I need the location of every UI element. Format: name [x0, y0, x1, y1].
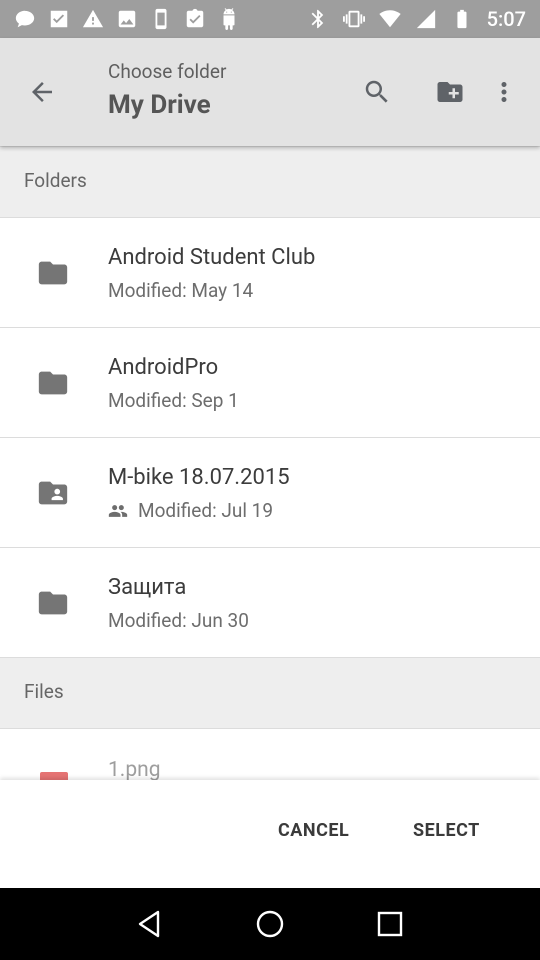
battery-icon	[451, 8, 473, 30]
section-label-files: Files	[24, 680, 64, 703]
nav-home-button[interactable]	[250, 904, 290, 944]
status-time: 5:07	[486, 7, 526, 31]
folders-section-header: Folders	[0, 146, 540, 218]
folder-row[interactable]: Защита Modified: Jun 30	[0, 548, 540, 658]
folder-name: Android Student Club	[108, 245, 316, 270]
warning-icon	[82, 8, 104, 30]
image-icon	[116, 8, 138, 30]
status-bar: 5:07	[0, 0, 540, 38]
modified-text: Modified: May 14	[108, 279, 254, 302]
more-options-button[interactable]	[486, 74, 522, 110]
shared-people-icon	[108, 504, 128, 517]
folder-icon	[36, 366, 70, 400]
search-button[interactable]	[359, 74, 395, 110]
shared-folder-icon	[36, 476, 70, 510]
folder-name: M-bike 18.07.2015	[108, 465, 290, 490]
folder-modified: Modified: Jun 30	[108, 609, 249, 632]
page-title: My Drive	[108, 90, 211, 120]
modified-text: Modified: Sep 1	[108, 389, 239, 412]
modified-text: Modified: Jul 19	[138, 499, 274, 522]
appbar-subtitle: Choose folder	[108, 60, 227, 83]
dialog-actions: CANCEL SELECT	[0, 780, 540, 888]
square-recents-icon	[377, 911, 403, 937]
files-section-header: Files	[0, 657, 540, 729]
arrow-back-icon	[32, 82, 52, 102]
notification-icons	[14, 8, 240, 30]
clipboard-check-icon	[184, 8, 206, 30]
checkmark-icon	[48, 8, 70, 30]
triangle-back-icon	[138, 910, 160, 938]
back-button[interactable]	[22, 72, 62, 112]
folder-icon	[36, 586, 70, 620]
bluetooth-icon	[307, 8, 329, 30]
circle-home-icon	[256, 910, 284, 938]
file-name: 1.png	[108, 758, 161, 780]
new-folder-icon	[437, 82, 463, 102]
nav-back-button[interactable]	[130, 904, 170, 944]
folder-modified: Modified: Jul 19	[108, 499, 273, 522]
modified-text: Modified: Jun 30	[108, 609, 249, 632]
new-folder-button[interactable]	[432, 74, 468, 110]
folder-name: Защита	[108, 575, 187, 600]
folder-row[interactable]: Android Student Club Modified: May 14	[0, 218, 540, 328]
nav-recents-button[interactable]	[370, 904, 410, 944]
folder-name: AndroidPro	[108, 355, 219, 380]
folder-modified: Modified: May 14	[108, 279, 253, 302]
select-button[interactable]: SELECT	[413, 820, 480, 841]
folder-icon	[36, 256, 70, 290]
folder-modified: Modified: Sep 1	[108, 389, 239, 412]
cancel-button[interactable]: CANCEL	[278, 820, 349, 841]
app-bar: Choose folder My Drive	[0, 38, 540, 146]
folder-row[interactable]: AndroidPro Modified: Sep 1	[0, 328, 540, 438]
section-label-folders: Folders	[24, 169, 87, 192]
navigation-bar	[0, 888, 540, 960]
system-icons: 5:07	[307, 7, 526, 31]
chat-icon	[14, 8, 36, 30]
android-icon	[218, 8, 240, 30]
file-row[interactable]: 1.png	[0, 730, 540, 780]
more-vert-icon	[501, 82, 507, 102]
phone-icon	[150, 8, 172, 30]
cell-signal-icon	[415, 8, 437, 30]
wifi-icon	[378, 8, 401, 30]
image-file-icon	[40, 772, 68, 780]
folder-row[interactable]: M-bike 18.07.2015 Modified: Jul 19	[0, 438, 540, 548]
vibrate-icon	[342, 8, 365, 30]
search-icon	[365, 80, 388, 103]
